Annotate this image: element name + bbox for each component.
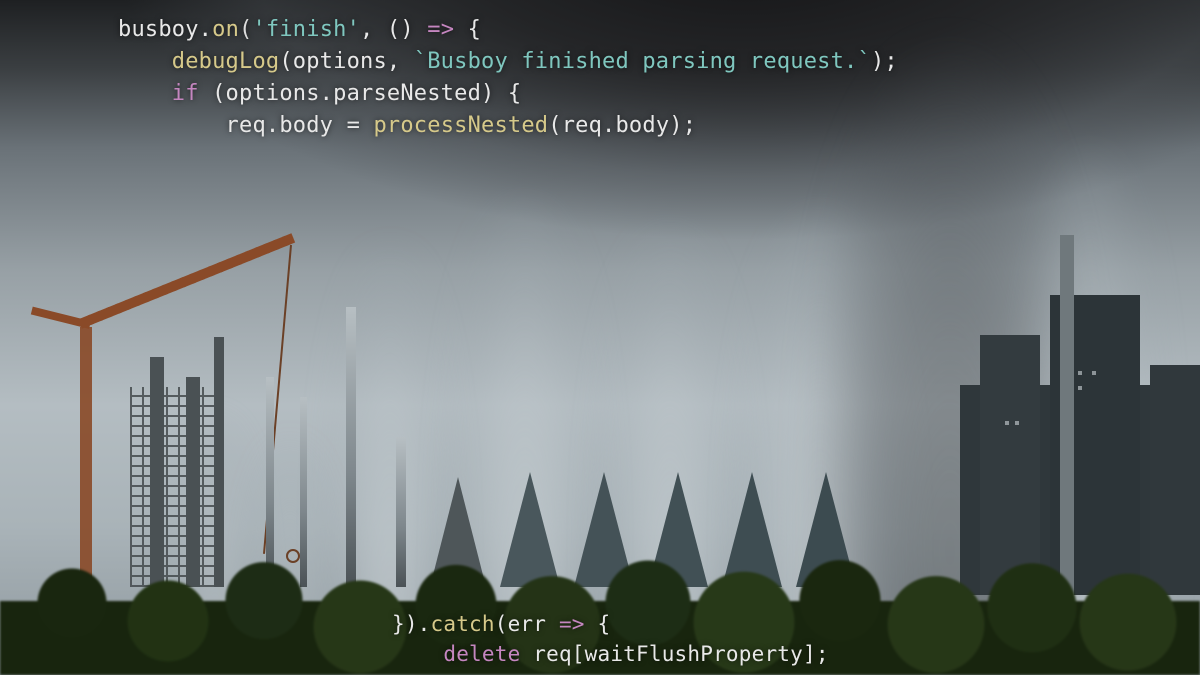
code-token: ( [239, 17, 252, 42]
smokestack [1060, 235, 1074, 595]
code-token: 'finish' [252, 17, 360, 42]
code-token: => [559, 612, 585, 636]
code-token: => [427, 17, 454, 42]
code-token: (req.body); [548, 113, 696, 138]
code-token: on [212, 17, 239, 42]
code-token: , () [360, 17, 427, 42]
code-token: req[waitFlushProperty]; [520, 642, 828, 666]
code-token: req.body = [118, 113, 373, 138]
code-token: { [585, 612, 611, 636]
code-token: (options.parseNested) { [199, 81, 522, 106]
code-token [118, 49, 172, 74]
code-token: processNested [373, 113, 548, 138]
code-token [118, 81, 172, 106]
code-token: (options, [279, 49, 413, 74]
code-token: }). [392, 612, 431, 636]
code-token: ); [871, 49, 898, 74]
code-token: busboy. [118, 17, 212, 42]
code-token: { [454, 17, 481, 42]
code-token: catch [431, 612, 495, 636]
code-token: debugLog [172, 49, 280, 74]
code-token [392, 642, 443, 666]
code-token: (err [495, 612, 559, 636]
code-token: delete [443, 642, 520, 666]
code-token: `Busboy finished parsing request.` [414, 49, 871, 74]
code-token: if [172, 81, 199, 106]
code-overlay-top: busboy.on('finish', () => { debugLog(opt… [118, 14, 898, 142]
code-overlay-bottom: }).catch(err => { delete req[waitFlushPr… [392, 609, 829, 669]
